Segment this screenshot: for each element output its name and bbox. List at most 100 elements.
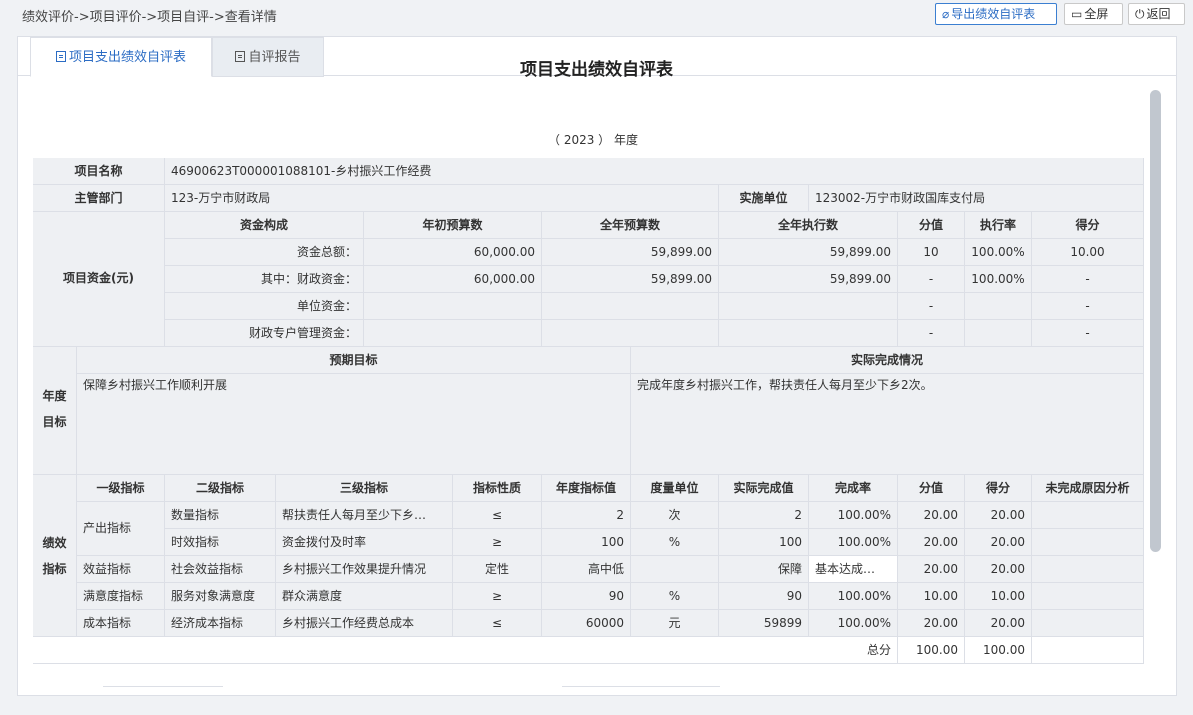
fund-header-cell: 资金构成 [165,212,364,239]
export-label: 导出绩效自评表 [951,7,1036,21]
fund-header-cell: 年初预算数 [364,212,542,239]
indicator-cell [1032,583,1144,610]
indicator-cell: 满意度指标 [77,583,165,610]
indicator-cell: % [631,529,719,556]
indicator-cell: 20.00 [898,556,965,583]
impl-value: 123002-万宁市财政国库支付局 [809,185,1144,212]
fund-cell: - [1032,266,1144,293]
indicator-header-cell: 年度指标值 [542,475,631,502]
fund-cell [542,320,719,347]
fullscreen-label: 全屏 [1084,7,1109,21]
fund-cell [965,293,1032,320]
form-title: 项目支出绩效自评表 [520,60,673,80]
fund-cell: 财政专户管理资金： [165,320,364,347]
indicator-cell: 高中低 [542,556,631,583]
back-button[interactable]: ⏻ 返回 [1128,3,1185,25]
indicator-cell: 群众满意度 [276,583,453,610]
project-name-value: 46900623T000001088101-乡村振兴工作经费 [165,158,1144,185]
indicator-cell: 59899 [719,610,809,637]
indicator-cell: 经济成本指标 [165,610,276,637]
indicator-cell: 20.00 [965,610,1032,637]
fund-header-cell: 得分 [1032,212,1144,239]
fund-cell: 100.00% [965,266,1032,293]
back-label: 返回 [1146,7,1171,21]
fullscreen-button[interactable]: ▭ 全屏 [1064,3,1123,25]
total-score: 100.00 [898,637,965,664]
indicator-header-cell: 三级指标 [276,475,453,502]
fund-cell: - [898,293,965,320]
indicator-cell: 保障 [719,556,809,583]
fund-header-cell: 全年执行数 [719,212,898,239]
indicator-cell: 定性 [453,556,542,583]
total-label: 总分 [33,637,898,664]
indicator-cell: 时效指标 [165,529,276,556]
indicator-cell: 100 [719,529,809,556]
export-button[interactable]: ⌀ 导出绩效自评表 [935,3,1057,25]
indicator-cell: 资金拨付及时率 [276,529,453,556]
indicator-cell: 100.00% [809,610,898,637]
fund-cell [965,320,1032,347]
fund-label: 项目资金(元) [33,212,165,347]
actual-completion-header: 实际完成情况 [631,347,1144,374]
fund-cell: 59,899.00 [542,239,719,266]
perf-label-l2: 指标 [42,562,67,576]
indicator-header-cell: 二级指标 [165,475,276,502]
indicator-header-cell: 分值 [898,475,965,502]
indicator-header-cell: 未完成原因分析 [1032,475,1144,502]
fund-cell: 10 [898,239,965,266]
indicator-cell: ≥ [453,529,542,556]
indicator-cell: 成本指标 [77,610,165,637]
indicator-level1-cell: 产出指标 [77,502,165,556]
fund-cell: - [1032,320,1144,347]
indicator-cell: 20.00 [898,502,965,529]
annual-goal-label-l2: 目标 [42,415,67,429]
indicator-cell: 乡村振兴工作效果提升情况 [276,556,453,583]
indicator-cell: 100.00% [809,583,898,610]
fund-cell: 资金总额： [165,239,364,266]
fund-cell: - [898,320,965,347]
dept-label: 主管部门 [33,185,165,212]
indicator-cell [631,556,719,583]
fund-cell: 60,000.00 [364,239,542,266]
fund-header-cell: 执行率 [965,212,1032,239]
window-icon: ▭ [1071,7,1083,21]
indicator-cell [1032,529,1144,556]
indicator-cell: % [631,583,719,610]
perf-label-l1: 绩效 [42,536,67,550]
fund-cell: - [1032,293,1144,320]
indicator-cell: 20.00 [965,556,1032,583]
annual-goal-label: 年度 目标 [33,347,77,475]
indicator-cell [1032,556,1144,583]
indicator-cell: 乡村振兴工作经费总成本 [276,610,453,637]
indicator-cell [1032,502,1144,529]
indicator-cell: 2 [719,502,809,529]
project-name-label: 项目名称 [33,158,165,185]
fund-cell: 100.00% [965,239,1032,266]
breadcrumb: 绩效评价->项目评价->项目自评->查看详情 [22,10,277,25]
year-text: （ 2023 ） 年度 [548,133,638,147]
fund-cell: 单位资金： [165,293,364,320]
indicator-cell: 数量指标 [165,502,276,529]
indicator-cell: ≤ [453,502,542,529]
indicator-cell: 20.00 [965,529,1032,556]
indicator-cell: 基本达成… [809,556,898,583]
indicator-cell: 10.00 [898,583,965,610]
indicator-cell: 20.00 [898,610,965,637]
fund-cell: - [898,266,965,293]
fund-cell [542,293,719,320]
fund-cell [719,293,898,320]
fund-cell: 60,000.00 [364,266,542,293]
indicator-cell: 社会效益指标 [165,556,276,583]
indicator-cell: 帮扶责任人每月至少下乡… [276,502,453,529]
power-back-icon: ⏻ [1135,7,1145,21]
fund-header-cell: 全年预算数 [542,212,719,239]
indicator-cell: 100.00% [809,529,898,556]
fund-cell: 其中：财政资金： [165,266,364,293]
indicator-cell [1032,610,1144,637]
actual-completion-text: 完成年度乡村振兴工作，帮扶责任人每月至少下乡2次。 [631,374,1144,475]
indicator-header-cell: 指标性质 [453,475,542,502]
vertical-scrollbar[interactable] [1150,90,1161,552]
indicator-cell: 服务对象满意度 [165,583,276,610]
impl-label: 实施单位 [719,185,809,212]
indicator-header-cell: 一级指标 [77,475,165,502]
